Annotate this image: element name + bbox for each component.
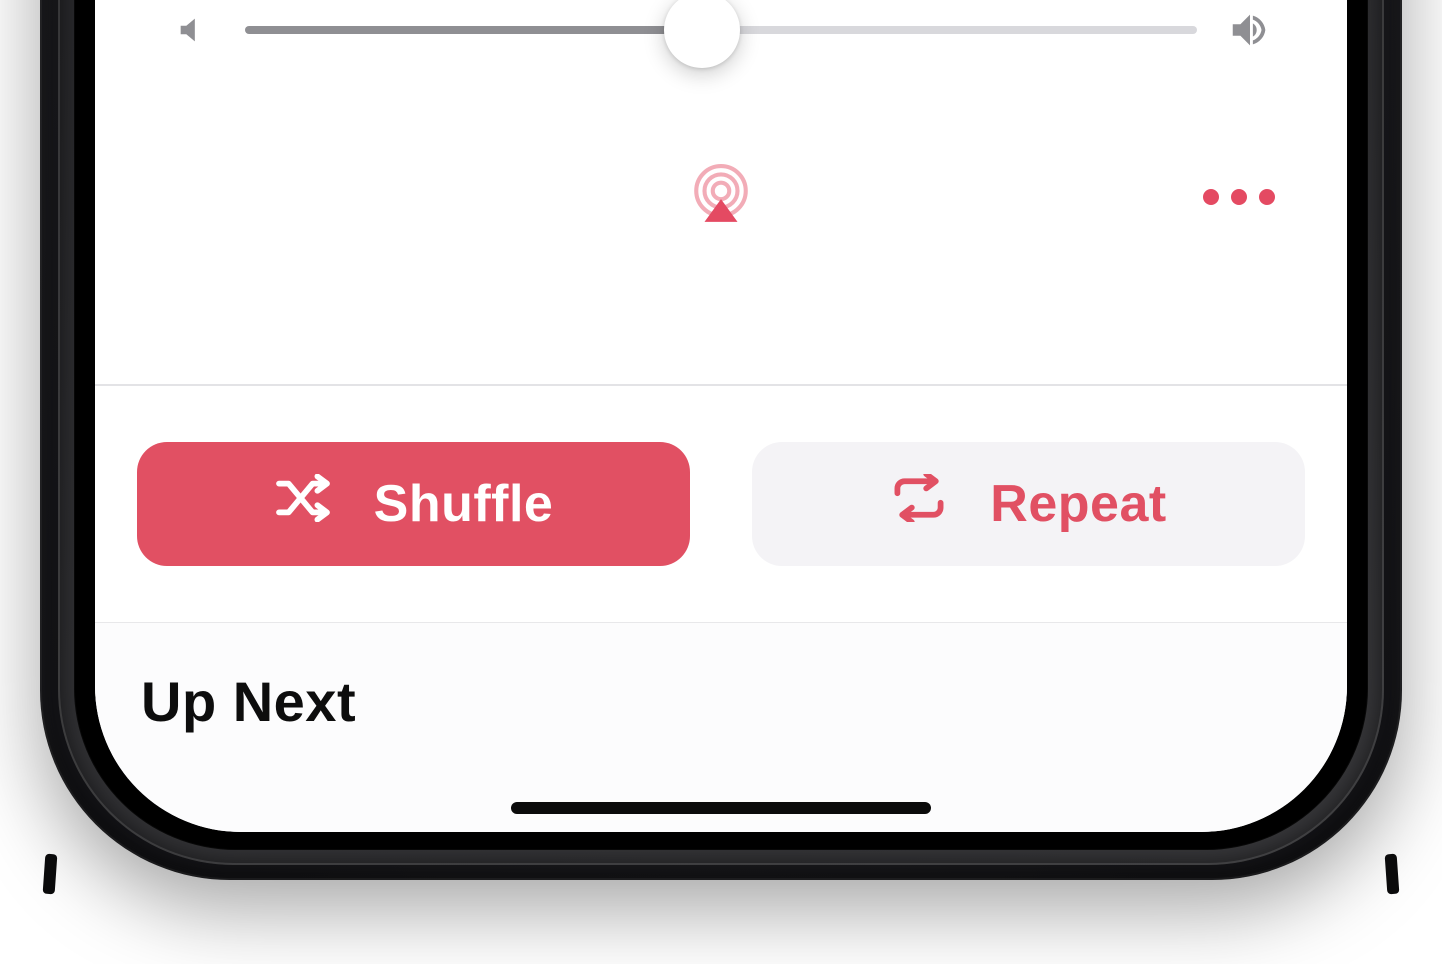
airplay-button[interactable] (683, 159, 759, 235)
now-playing-screen: Shuffle Repeat Up Next (95, 0, 1347, 832)
volume-max-icon (1225, 5, 1275, 55)
volume-row (167, 0, 1275, 70)
repeat-label: Repeat (990, 474, 1166, 534)
antenna-band-left (43, 854, 58, 895)
playback-mode-row: Shuffle Repeat (137, 442, 1305, 572)
stage: Shuffle Repeat Up Next (0, 0, 1442, 964)
volume-slider-thumb[interactable] (664, 0, 740, 68)
volume-mute-icon (167, 5, 217, 55)
up-next-section[interactable]: Up Next (95, 622, 1347, 832)
section-divider (95, 384, 1347, 386)
shuffle-button[interactable]: Shuffle (137, 442, 690, 566)
repeat-icon (890, 474, 948, 535)
phone-screen: Shuffle Repeat Up Next (95, 0, 1347, 832)
more-button[interactable] (1195, 172, 1275, 222)
shuffle-icon (274, 474, 332, 535)
repeat-button[interactable]: Repeat (752, 442, 1305, 566)
shuffle-label: Shuffle (374, 474, 554, 534)
output-row (167, 152, 1275, 242)
more-icon (1203, 189, 1219, 205)
home-indicator[interactable] (511, 802, 931, 814)
antenna-band-right (1385, 854, 1400, 895)
up-next-title: Up Next (141, 669, 356, 734)
more-icon (1231, 189, 1247, 205)
more-icon (1259, 189, 1275, 205)
airplay-icon (688, 162, 754, 233)
volume-slider[interactable] (245, 26, 1197, 34)
